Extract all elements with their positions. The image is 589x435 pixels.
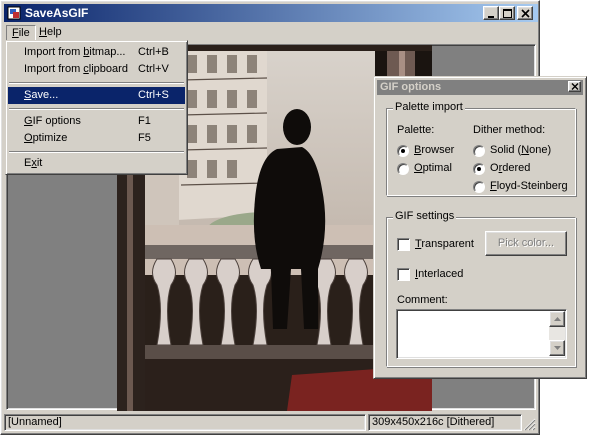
menu-item-import-clipboard[interactable]: Import from clipboard Ctrl+V [8, 61, 185, 78]
window-title: SaveAsGIF [25, 6, 89, 20]
pick-color-button[interactable]: Pick color... [485, 231, 567, 256]
close-icon [571, 83, 579, 90]
scroll-up-button[interactable] [549, 311, 565, 327]
close-icon [521, 9, 530, 18]
app-icon[interactable] [7, 6, 21, 20]
menu-item-label: Import from bitmap... [24, 46, 126, 58]
dither-floyd-steinberg-radio[interactable] [473, 181, 485, 193]
palette-import-group: Palette import Palette: Dither method: B… [386, 101, 576, 196]
scroll-down-button[interactable] [549, 340, 565, 356]
minimize-icon [488, 16, 494, 18]
gif-options-dialog: GIF options Palette import Palette: Dith… [373, 76, 587, 379]
palette-optimal-radio[interactable] [397, 163, 409, 175]
file-menu-dropdown: Import from bitmap... Ctrl+B Import from… [5, 40, 188, 175]
transparent-checkbox[interactable] [397, 238, 410, 251]
palette-import-title: Palette import [393, 101, 465, 113]
menu-item-optimize[interactable]: Optimize F5 [8, 130, 185, 147]
menu-item-shortcut: Ctrl+S [138, 89, 169, 101]
comment-label: Comment: [397, 294, 448, 306]
menu-item-import-bitmap[interactable]: Import from bitmap... Ctrl+B [8, 44, 185, 61]
menu-help-mnemonic: H [39, 26, 47, 38]
menu-item-exit[interactable]: Exit [8, 155, 185, 172]
menu-item-label: Save... [24, 89, 59, 101]
comment-scrollbar[interactable] [549, 311, 565, 356]
menu-item-label: Optimize [24, 132, 68, 144]
interlaced-checkbox[interactable] [397, 268, 410, 281]
dither-floyd-steinberg-label[interactable]: Floyd-Steinberg [490, 180, 568, 192]
pick-color-label: Pick color... [497, 237, 555, 249]
menu-file-mnemonic: F [12, 27, 19, 39]
transparent-label[interactable]: Transparent [415, 238, 474, 250]
status-filename: [Unnamed] [4, 414, 366, 431]
radio-dot [401, 149, 405, 153]
menu-separator [9, 151, 184, 153]
menu-item-label: GIF options [24, 115, 81, 127]
dither-ordered-radio[interactable] [473, 163, 485, 175]
menu-item-shortcut: Ctrl+B [138, 46, 169, 58]
menu-separator [9, 108, 184, 110]
statusbar: [Unnamed] 309x450x216c [Dithered] [4, 412, 538, 433]
dither-solid-label[interactable]: Solid (None) [490, 144, 551, 156]
minimize-button[interactable] [483, 6, 499, 20]
palette-browser-label[interactable]: Browser [414, 144, 454, 156]
palette-label: Palette: [397, 124, 435, 136]
arrow-up-icon [554, 317, 561, 321]
gif-dialog-title: GIF options [380, 81, 442, 93]
menu-help-label: elp [46, 26, 62, 38]
status-image-info-text: 309x450x216c [Dithered] [372, 416, 495, 428]
menu-item-label: Exit [24, 157, 43, 169]
gif-settings-title: GIF settings [393, 210, 457, 222]
arrow-down-icon [554, 346, 561, 350]
palette-optimal-label[interactable]: Optimal [414, 162, 452, 174]
menu-item-shortcut: F1 [138, 115, 151, 127]
menu-help[interactable]: Help [34, 25, 67, 39]
menu-item-save[interactable]: Save... Ctrl+S [8, 87, 185, 104]
menu-item-shortcut: Ctrl+V [138, 63, 169, 75]
gif-dialog-titlebar[interactable]: GIF options [377, 80, 583, 95]
radio-dot [477, 167, 481, 171]
maximize-icon [503, 9, 512, 18]
dither-ordered-label[interactable]: Ordered [490, 162, 530, 174]
menu-file[interactable]: File [6, 25, 36, 41]
menu-item-label: Import from clipboard [24, 63, 128, 75]
menu-item-gif-options[interactable]: GIF options F1 [8, 113, 185, 130]
menu-item-shortcut: F5 [138, 132, 151, 144]
resize-grip-icon[interactable] [523, 418, 536, 431]
dither-method-label: Dither method: [473, 124, 546, 136]
maximize-button[interactable] [499, 6, 515, 20]
main-titlebar[interactable]: SaveAsGIF [4, 4, 538, 22]
menu-file-label: ile [18, 27, 30, 39]
status-filename-text: [Unnamed] [8, 416, 62, 428]
status-image-info: 309x450x216c [Dithered] [368, 414, 522, 431]
gif-dialog-close-button[interactable] [568, 81, 581, 92]
dither-solid-radio[interactable] [473, 145, 485, 157]
comment-textarea[interactable] [396, 309, 567, 359]
interlaced-label[interactable]: Interlaced [415, 268, 463, 280]
close-button[interactable] [517, 6, 533, 20]
menu-separator [9, 82, 184, 84]
palette-browser-radio[interactable] [397, 145, 409, 157]
